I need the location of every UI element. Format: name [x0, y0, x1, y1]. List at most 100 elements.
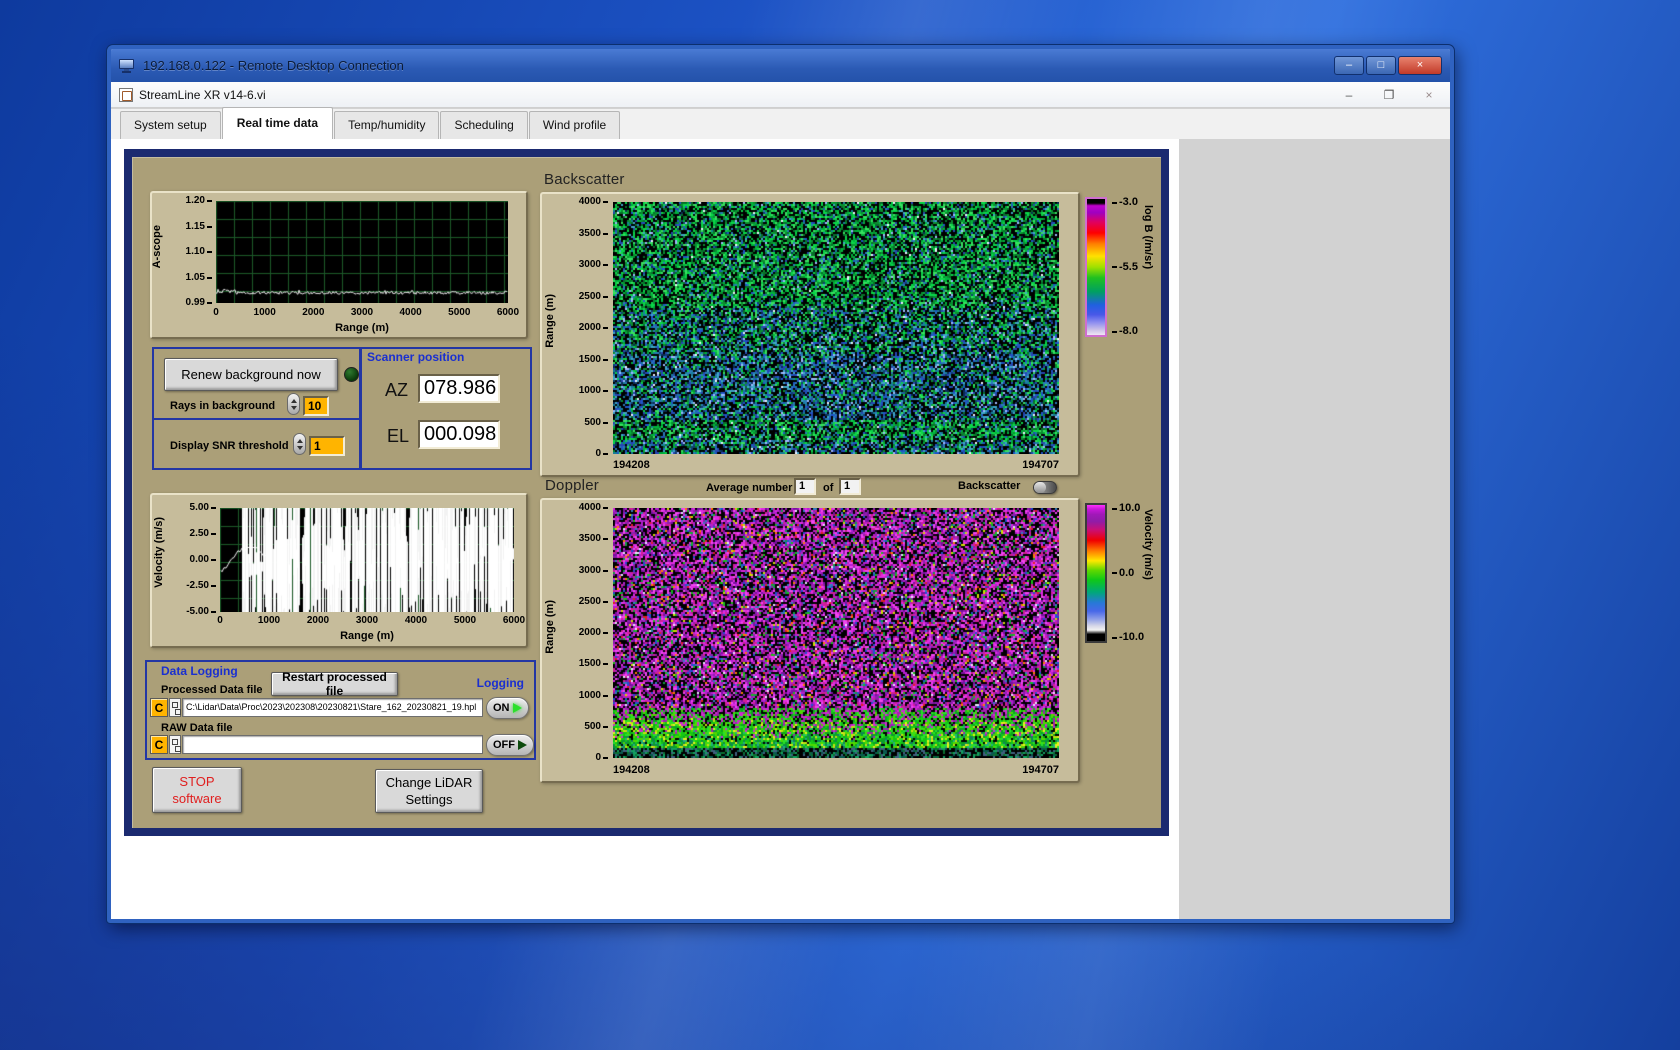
- ascope-y-tick: 1.05: [186, 272, 212, 283]
- restart-processed-file-button[interactable]: Restart processed file: [271, 670, 398, 698]
- backscatter-colorbar-ticks: -3.0 -5.5 -8.0: [1112, 197, 1138, 337]
- snr-value-field[interactable]: 1: [309, 436, 345, 456]
- processed-logging-toggle[interactable]: ON: [486, 697, 529, 719]
- backscatter-y-tick: 3500: [579, 228, 608, 239]
- doppler-y-tick: 0: [595, 753, 608, 763]
- rays-in-background-label: Rays in background: [170, 400, 276, 412]
- doppler-y-axis: 4000 3500 3000 2500 2000 1500 1000 500 0: [560, 503, 608, 763]
- doppler-y-tick: 500: [584, 721, 608, 732]
- ascope-x-axis-label: Range (m): [335, 322, 389, 334]
- doppler-y-tick: 1500: [579, 659, 608, 669]
- doppler-plot-frame: 4000 3500 3000 2500 2000 1500 1000 500 0 Range (…: [540, 498, 1080, 783]
- el-label: EL: [387, 426, 410, 446]
- processed-toggle-lamp-icon: [512, 703, 522, 713]
- doppler-colorbar-tick: -10.0: [1112, 632, 1144, 643]
- rdp-minimize-button[interactable]: –: [1334, 56, 1364, 75]
- ascope-plot-frame: 1.20 1.15 1.10 1.05 0.99 A-scope 0 1000 2000 30…: [150, 191, 528, 339]
- stop-software-button[interactable]: STOP software: [152, 767, 242, 813]
- stop-button-line2: software: [172, 791, 222, 806]
- doppler-colorbar: [1085, 503, 1107, 643]
- change-button-line1: Change LiDAR: [385, 775, 473, 790]
- rdp-window-title: 192.168.0.122 - Remote Desktop Connectio…: [143, 58, 404, 73]
- raw-toggle-lamp-icon: [518, 740, 527, 750]
- doppler-time-end: 194707: [1022, 764, 1059, 776]
- backscatter-time-start: 194208: [613, 459, 650, 471]
- rdp-titlebar[interactable]: 192.168.0.122 - Remote Desktop Connectio…: [111, 49, 1450, 82]
- tab-wind-profile[interactable]: Wind profile: [528, 111, 621, 139]
- ascope-y-axis: 1.20 1.15 1.10 1.05 0.99: [162, 196, 212, 308]
- velocity-x-axis-label: Range (m): [340, 630, 394, 642]
- app-restore-button[interactable]: ❐: [1382, 88, 1396, 102]
- raw-logging-toggle[interactable]: OFF: [486, 734, 534, 756]
- front-panel: 1.20 1.15 1.10 1.05 0.99 A-scope 0 1000 2000 30…: [124, 149, 1169, 836]
- backscatter-y-tick: 4000: [579, 197, 608, 207]
- average-number-field[interactable]: 1: [794, 478, 816, 495]
- app-titlebar[interactable]: StreamLine XR v14-6.vi – ❐ ×: [111, 82, 1450, 108]
- backscatter-heatmap: [613, 202, 1059, 454]
- rdp-maximize-button[interactable]: □: [1366, 56, 1396, 75]
- snr-threshold-label: Display SNR threshold: [170, 440, 289, 452]
- doppler-y-tick: 4000: [579, 503, 608, 513]
- raw-browse-icon[interactable]: [169, 735, 181, 754]
- doppler-colorbar-ticks: 10.0 0.0 -10.0: [1112, 503, 1144, 643]
- az-value-field[interactable]: 078.986: [418, 374, 500, 403]
- backscatter-colorbar: [1085, 197, 1107, 337]
- labview-app-icon: [119, 87, 133, 102]
- backscatter-y-axis-label: Range (m): [544, 294, 556, 348]
- rdp-window: 192.168.0.122 - Remote Desktop Connectio…: [107, 45, 1454, 923]
- backscatter-colorbar-tick: -3.0: [1112, 197, 1138, 208]
- ascope-x-axis: 0 1000 2000 3000 4000 5000 6000: [213, 307, 520, 318]
- doppler-y-tick: 3500: [579, 534, 608, 544]
- velocity-y-axis-label: Velocity (m/s): [153, 517, 165, 588]
- tab-temp-humidity[interactable]: Temp/humidity: [334, 111, 440, 139]
- average-of-label: of: [823, 482, 834, 494]
- average-total-field[interactable]: 1: [839, 478, 861, 495]
- ascope-plot: [216, 201, 508, 303]
- doppler-y-tick: 3000: [579, 565, 608, 576]
- processed-browse-icon[interactable]: [169, 698, 181, 717]
- processed-data-file-label: Processed Data file: [161, 684, 263, 696]
- ascope-y-tick: 1.10: [186, 247, 212, 257]
- logging-label: Logging: [476, 676, 524, 690]
- snr-spinner[interactable]: [293, 433, 306, 455]
- doppler-y-tick: 2000: [579, 628, 608, 638]
- doppler-colorbar-tick: 0.0: [1112, 567, 1144, 579]
- app-window-title: StreamLine XR v14-6.vi: [139, 87, 266, 102]
- rays-spinner[interactable]: [287, 393, 300, 415]
- backscatter-plot-frame: 4000 3500 3000 2500 2000 1500 1000 500 0 Range (…: [540, 192, 1080, 477]
- renew-background-button[interactable]: Renew background now: [164, 358, 338, 391]
- raw-toggle-label: OFF: [493, 739, 515, 751]
- renew-background-led: [344, 367, 359, 382]
- backscatter-title: Backscatter: [544, 171, 625, 188]
- el-value-field[interactable]: 000.098: [418, 420, 500, 449]
- processed-drive-selector[interactable]: C: [150, 698, 168, 717]
- rays-value-field[interactable]: 10: [303, 396, 329, 416]
- backscatter-colorbar-tick: -5.5: [1112, 261, 1138, 273]
- doppler-colorbar-tick: 10.0: [1112, 503, 1144, 514]
- ascope-y-tick: 1.20: [186, 196, 212, 206]
- ascope-y-tick: 1.15: [186, 221, 212, 232]
- tab-real-time-data[interactable]: Real time data: [221, 107, 334, 139]
- velocity-plot-frame: 5.00 2.50 0.00 -2.50 -5.00 Velocity (m/s) 01…: [150, 493, 528, 648]
- background-controls-box: Renew background now Rays in background …: [152, 347, 361, 420]
- tab-scheduling[interactable]: Scheduling: [440, 111, 528, 139]
- processed-path-field[interactable]: C:\Lidar\Data\Proc\2023\202308\20230821\…: [182, 698, 483, 717]
- doppler-y-tick: 2500: [579, 596, 608, 607]
- app-close-button[interactable]: ×: [1422, 88, 1436, 102]
- desktop: { "rdp_window": { "title": "192.168.0.12…: [0, 0, 1680, 1050]
- rdp-close-button[interactable]: ×: [1398, 56, 1442, 75]
- raw-drive-selector[interactable]: C: [150, 735, 168, 754]
- tab-system-setup[interactable]: System setup: [120, 111, 221, 139]
- backscatter-y-tick: 2000: [579, 323, 608, 333]
- remote-desktop-area: StreamLine XR v14-6.vi – ❐ × System setu…: [111, 82, 1450, 919]
- change-lidar-settings-button[interactable]: Change LiDAR Settings: [375, 769, 483, 813]
- doppler-y-axis-label: Range (m): [544, 600, 556, 654]
- backscatter-toggle-label: Backscatter: [958, 480, 1021, 492]
- scanner-position-title: Scanner position: [367, 350, 465, 364]
- backscatter-display-switch[interactable]: [1033, 481, 1057, 494]
- app-minimize-button[interactable]: –: [1342, 88, 1356, 102]
- raw-path-field[interactable]: [182, 735, 483, 754]
- backscatter-y-tick: 0: [595, 449, 608, 459]
- raw-data-file-label: RAW Data file: [161, 722, 233, 734]
- az-label: AZ: [385, 380, 409, 400]
